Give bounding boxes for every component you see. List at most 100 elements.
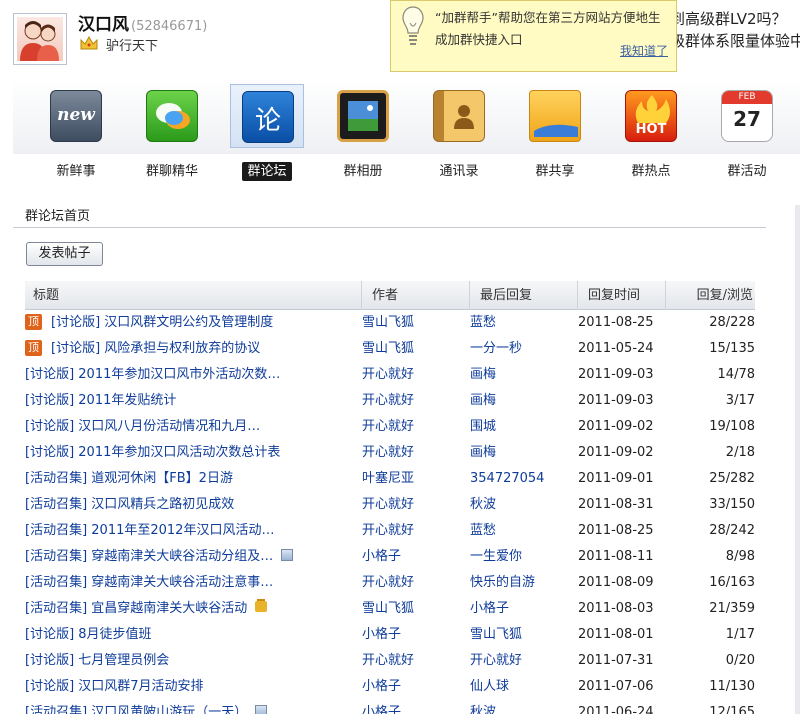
table-row[interactable]: [活动召集] 穿越南津关大峡谷活动注意事… 开心就好 快乐的自游 2011-08-09… [25, 570, 755, 596]
thread-title-link[interactable]: [活动召集] 穿越南津关大峡谷活动注意事… [25, 575, 273, 590]
author-link[interactable]: 小格子 [362, 700, 462, 714]
last-reply-user-link[interactable]: 开心就好 [470, 648, 570, 674]
thread-title-cell[interactable]: [活动召集] 宜昌穿越南津关大峡谷活动 [25, 596, 355, 622]
author-link[interactable]: 小格子 [362, 674, 462, 700]
nav-item-contacts[interactable]: 通讯录 [419, 84, 499, 184]
nav-label-text[interactable]: 通讯录 [439, 164, 478, 179]
author-link[interactable]: 雪山飞狐 [362, 310, 462, 336]
table-row[interactable]: [活动召集] 穿越南津关大峡谷活动分组及… 小格子 一生爱你 2011-08-11 8/… [25, 544, 755, 570]
thread-title-link[interactable]: [讨论版] 2011年参加汉口风活动次数总计表 [25, 445, 280, 460]
nav-label[interactable]: 群活动 [707, 160, 787, 179]
nav-icon-box[interactable]: new [39, 84, 113, 148]
nav-label-text[interactable]: 群活动 [727, 164, 766, 179]
thread-title-cell[interactable]: [讨论版] 汉口风八月份活动情况和九月… [25, 414, 355, 440]
col-author-header[interactable]: 作者 [362, 281, 470, 310]
nav-icon-box[interactable] [422, 84, 496, 148]
author-link[interactable]: 雪山飞狐 [362, 336, 462, 362]
thread-title-link[interactable]: [活动召集] 汉口风精兵之路初见成效 [25, 497, 234, 512]
nav-label-text[interactable]: 群共享 [535, 164, 574, 179]
author-link[interactable]: 开心就好 [362, 362, 462, 388]
thread-title-cell[interactable]: 顶 [讨论版] 汉口风群文明公约及管理制度 [25, 310, 355, 336]
thread-title-cell[interactable]: [讨论版] 2011年参加汉口风活动次数总计表 [25, 440, 355, 466]
thread-title-link[interactable]: [讨论版] 汉口风群7月活动安排 [25, 679, 204, 694]
thread-title-cell[interactable]: [活动召集] 穿越南津关大峡谷活动注意事… [25, 570, 355, 596]
thread-title-cell[interactable]: [讨论版] 汉口风群7月活动安排 [25, 674, 355, 700]
nav-item-hot[interactable]: HOT 群热点 [611, 84, 691, 184]
thread-title-link[interactable]: [讨论版] 汉口风八月份活动情况和九月… [25, 419, 260, 434]
col-last-reply-header[interactable]: 最后回复 [470, 281, 578, 310]
thread-title-link[interactable]: [活动召集] 2011年至2012年汉口风活动… [25, 523, 274, 538]
nav-icon-box[interactable]: 论 [230, 84, 304, 148]
table-row[interactable]: [讨论版] 七月管理员例会 开心就好 开心就好 2011-07-31 0/20 [25, 648, 755, 674]
nav-label-text[interactable]: 群相册 [343, 164, 382, 179]
author-link[interactable]: 雪山飞狐 [362, 596, 462, 622]
author-link[interactable]: 开心就好 [362, 570, 462, 596]
last-reply-user-link[interactable]: 画梅 [470, 362, 570, 388]
nav-icon-box[interactable]: HOT [614, 84, 688, 148]
author-link[interactable]: 叶塞尼亚 [362, 466, 462, 492]
col-reply-time-header[interactable]: 回复时间 [578, 281, 666, 310]
table-row[interactable]: [讨论版] 汉口风群7月活动安排 小格子 仙人球 2011-07-06 11/130 [25, 674, 755, 700]
nav-label[interactable]: 通讯录 [419, 160, 499, 179]
last-reply-user-link[interactable]: 一生爱你 [470, 544, 570, 570]
nav-label[interactable]: 群共享 [515, 160, 595, 179]
thread-title-cell[interactable]: [活动召集] 穿越南津关大峡谷活动分组及… [25, 544, 355, 570]
nav-item-album[interactable]: 群相册 [323, 84, 403, 184]
table-row[interactable]: [讨论版] 汉口风八月份活动情况和九月… 开心就好 围城 2011-09-02 19/1… [25, 414, 755, 440]
thread-title-cell[interactable]: [活动召集] 2011年至2012年汉口风活动… [25, 518, 355, 544]
nav-label-text[interactable]: 群热点 [631, 164, 670, 179]
last-reply-user-link[interactable]: 画梅 [470, 440, 570, 466]
nav-label-text[interactable]: 群聊精华 [146, 164, 198, 179]
thread-title-cell[interactable]: [讨论版] 七月管理员例会 [25, 648, 355, 674]
nav-item-share[interactable]: 群共享 [515, 84, 595, 184]
nav-label[interactable]: 群热点 [611, 160, 691, 179]
nav-label[interactable]: 新鲜事 [36, 160, 116, 179]
thread-title-link[interactable]: [活动召集] 宜昌穿越南津关大峡谷活动 [25, 601, 247, 616]
table-row[interactable]: [讨论版] 2011年参加汉口风活动次数总计表 开心就好 画梅 2011-09-02 2… [25, 440, 755, 466]
thread-title-cell[interactable]: [活动召集] 汉口风黄陂山游玩（一天） [25, 700, 355, 714]
last-reply-user-link[interactable]: 秋波 [470, 700, 570, 714]
upgrade-promo-line1[interactable]: 到高级群LV2吗？ [670, 8, 800, 30]
table-row[interactable]: [活动召集] 2011年至2012年汉口风活动… 开心就好 蓝愁 2011-08-25… [25, 518, 755, 544]
author-link[interactable]: 开心就好 [362, 648, 462, 674]
nav-label-text[interactable]: 新鲜事 [56, 164, 95, 179]
thread-title-cell[interactable]: [讨论版] 2011年发贴统计 [25, 388, 355, 414]
thread-title-cell[interactable]: [讨论版] 2011年参加汉口风市外活动次数… [25, 362, 355, 388]
nav-label[interactable]: 群论坛 [227, 160, 307, 181]
nav-label-text[interactable]: 群论坛 [242, 162, 292, 181]
last-reply-user-link[interactable]: 小格子 [470, 596, 570, 622]
table-row[interactable]: [活动召集] 汉口风精兵之路初见成效 开心就好 秋波 2011-08-31 33/150 [25, 492, 755, 518]
thread-title-cell[interactable]: [讨论版] 8月徒步值班 [25, 622, 355, 648]
author-link[interactable]: 开心就好 [362, 518, 462, 544]
author-link[interactable]: 小格子 [362, 622, 462, 648]
col-title-header[interactable]: 标题 [25, 281, 362, 310]
last-reply-user-link[interactable]: 雪山飞狐 [470, 622, 570, 648]
author-link[interactable]: 开心就好 [362, 440, 462, 466]
table-row[interactable]: [活动召集] 宜昌穿越南津关大峡谷活动 雪山飞狐 小格子 2011-08-03 21/3… [25, 596, 755, 622]
thread-title-link[interactable]: [讨论版] 七月管理员例会 [25, 653, 169, 668]
thread-title-cell[interactable]: [活动召集] 道观河休闲【FB】2日游 [25, 466, 355, 492]
nav-icon-box[interactable] [518, 84, 592, 148]
nav-item-chat-digest[interactable]: 群聊精华 [132, 84, 212, 184]
dismiss-tip-link[interactable]: 我知道了 [620, 42, 668, 59]
thread-title-cell[interactable]: 顶 [讨论版] 风险承担与权利放弃的协议 [25, 336, 355, 362]
last-reply-user-link[interactable]: 仙人球 [470, 674, 570, 700]
table-row[interactable]: [讨论版] 2011年发贴统计 开心就好 画梅 2011-09-03 3/17 [25, 388, 755, 414]
last-reply-user-link[interactable]: 354727054 [470, 466, 570, 492]
table-row[interactable]: [讨论版] 8月徒步值班 小格子 雪山飞狐 2011-08-01 1/17 [25, 622, 755, 648]
table-row[interactable]: [讨论版] 2011年参加汉口风市外活动次数… 开心就好 画梅 2011-09-03 1… [25, 362, 755, 388]
last-reply-user-link[interactable]: 蓝愁 [470, 310, 570, 336]
thread-title-link[interactable]: [讨论版] 8月徒步值班 [25, 627, 152, 642]
last-reply-user-link[interactable]: 一分一秒 [470, 336, 570, 362]
upgrade-promo[interactable]: 到高级群LV2吗？ 级群体系限量体验中 [670, 8, 800, 52]
author-link[interactable]: 开心就好 [362, 388, 462, 414]
thread-title-cell[interactable]: [活动召集] 汉口风精兵之路初见成效 [25, 492, 355, 518]
last-reply-user-link[interactable]: 蓝愁 [470, 518, 570, 544]
nav-icon-box[interactable] [326, 84, 400, 148]
nav-icon-box[interactable]: FEB 27 [710, 84, 784, 148]
author-link[interactable]: 开心就好 [362, 492, 462, 518]
last-reply-user-link[interactable]: 画梅 [470, 388, 570, 414]
nav-item-forum[interactable]: 论 群论坛 [227, 84, 307, 184]
table-row[interactable]: 顶 [讨论版] 风险承担与权利放弃的协议 雪山飞狐 一分一秒 2011-05-24 15/… [25, 336, 755, 362]
thread-title-link[interactable]: [讨论版] 汉口风群文明公约及管理制度 [51, 315, 273, 330]
